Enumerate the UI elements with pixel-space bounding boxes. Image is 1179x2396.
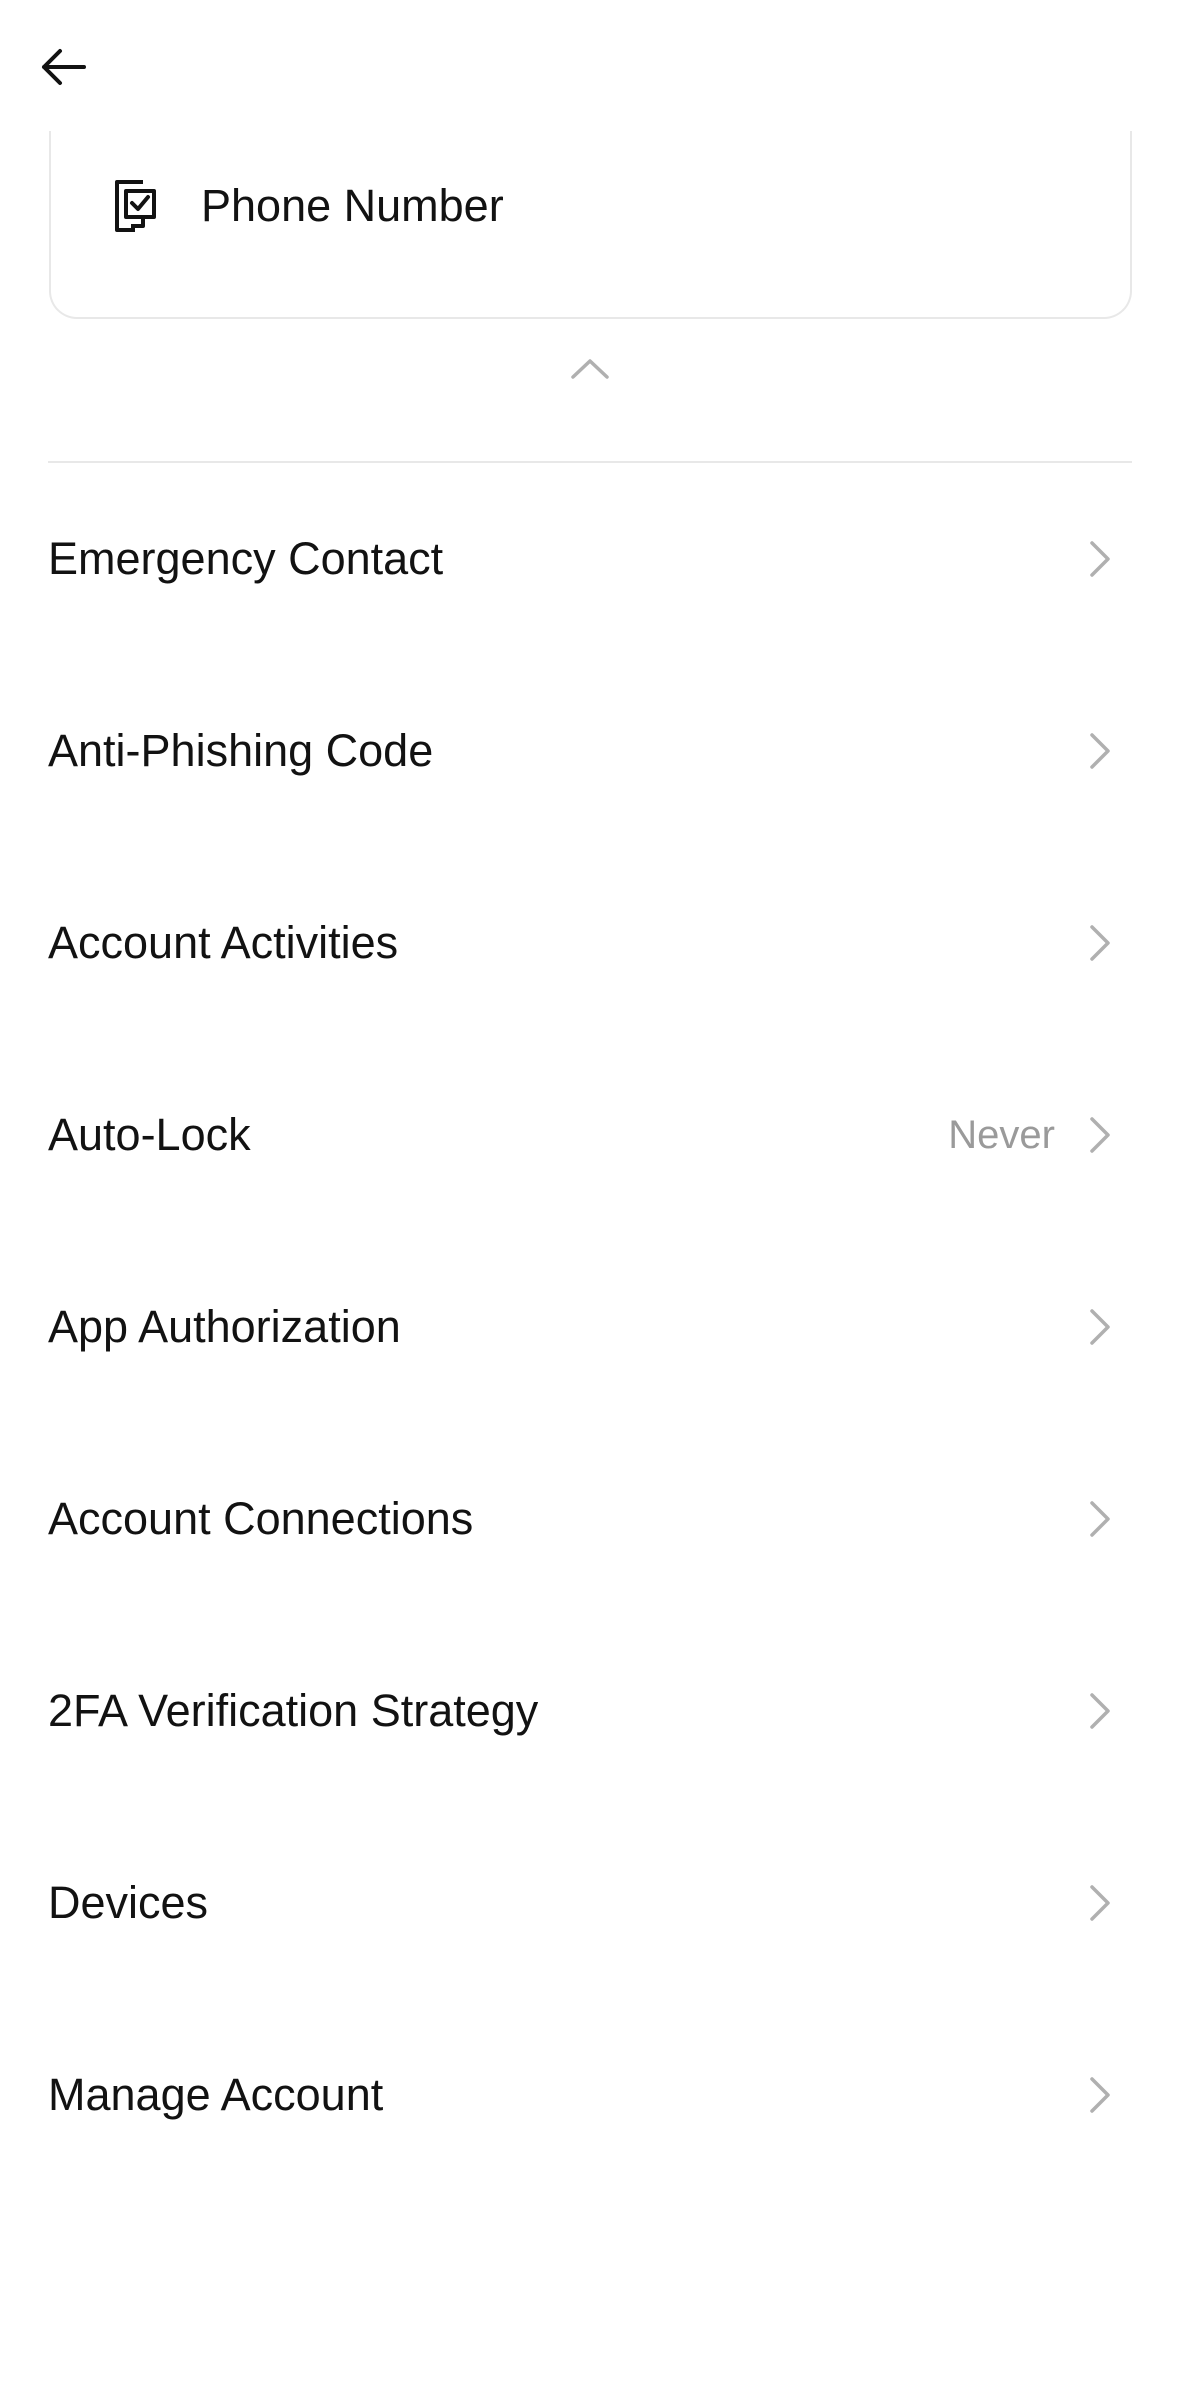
phone-check-icon [107, 178, 163, 234]
menu-item-manage-account[interactable]: Manage Account [0, 1999, 1179, 2191]
security-menu: Emergency Contact Anti-Phishing Code Acc… [0, 463, 1179, 2191]
menu-item-2fa-verification-strategy[interactable]: 2FA Verification Strategy [0, 1615, 1179, 1807]
menu-item-label: Emergency Contact [48, 533, 444, 584]
chevron-right-icon [1088, 1691, 1112, 1731]
chevron-right-icon [1088, 2075, 1112, 2115]
menu-item-label: Anti-Phishing Code [48, 725, 434, 776]
chevron-right-icon [1088, 1307, 1112, 1347]
chevron-right-icon [1088, 539, 1112, 579]
back-button[interactable] [38, 32, 118, 102]
arrow-left-icon [38, 47, 88, 87]
menu-item-account-activities[interactable]: Account Activities [0, 847, 1179, 1039]
menu-item-account-connections[interactable]: Account Connections [0, 1423, 1179, 1615]
menu-item-label: Devices [48, 1877, 209, 1928]
chevron-right-icon [1088, 923, 1112, 963]
menu-item-devices[interactable]: Devices [0, 1807, 1179, 1999]
phone-number-card[interactable]: Phone Number [49, 131, 1132, 319]
chevron-up-icon [570, 356, 610, 385]
menu-item-label: Auto-Lock [48, 1109, 251, 1160]
auto-lock-value: Never [948, 1112, 1055, 1157]
menu-item-app-authorization[interactable]: App Authorization [0, 1231, 1179, 1423]
chevron-right-icon [1088, 731, 1112, 771]
menu-item-emergency-contact[interactable]: Emergency Contact [0, 463, 1179, 655]
menu-item-auto-lock[interactable]: Auto-Lock Never [0, 1039, 1179, 1231]
menu-item-anti-phishing-code[interactable]: Anti-Phishing Code [0, 655, 1179, 847]
collapse-button[interactable] [560, 350, 620, 390]
menu-item-label: 2FA Verification Strategy [48, 1685, 539, 1736]
chevron-right-icon [1088, 1883, 1112, 1923]
menu-item-label: Manage Account [48, 2069, 384, 2120]
menu-item-label: Account Connections [48, 1493, 474, 1544]
menu-item-label: Account Activities [48, 917, 399, 968]
menu-item-label: App Authorization [48, 1301, 401, 1352]
phone-number-label: Phone Number [201, 180, 504, 231]
chevron-right-icon [1088, 1115, 1112, 1155]
chevron-right-icon [1088, 1499, 1112, 1539]
